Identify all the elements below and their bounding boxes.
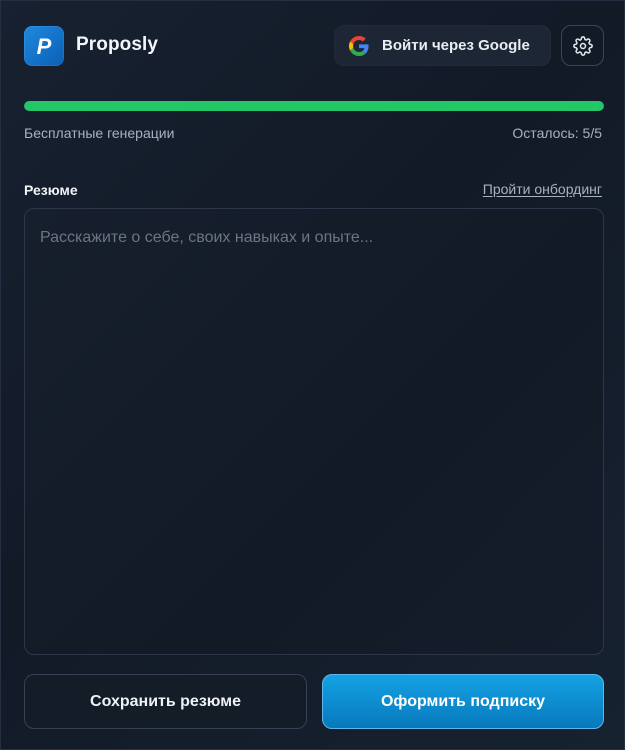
svg-text:P: P <box>37 34 52 59</box>
resume-textarea[interactable] <box>24 208 604 655</box>
extension-panel: P Proposly Войти через Google Бесплатные… <box>0 0 625 750</box>
subscribe-button[interactable]: Оформить подписку <box>322 674 604 729</box>
header: P Proposly Войти через Google <box>24 25 604 66</box>
resume-label: Резюме <box>24 182 78 198</box>
onboarding-link[interactable]: Пройти онбординг <box>483 181 602 197</box>
google-icon <box>349 35 369 56</box>
usage-progress-fill <box>24 101 604 111</box>
app-title: Proposly <box>76 34 159 55</box>
usage-progress-bar <box>24 101 604 111</box>
logo-p-icon: P <box>37 34 52 59</box>
usage-label: Бесплатные генерации <box>24 125 175 141</box>
settings-button[interactable] <box>561 25 604 66</box>
save-resume-button[interactable]: Сохранить резюме <box>24 674 307 729</box>
google-signin-label: Войти через Google <box>382 37 530 54</box>
google-signin-button[interactable]: Войти через Google <box>334 25 551 66</box>
usage-remaining: Осталось: 5/5 <box>512 125 602 141</box>
app-logo: P <box>24 26 64 66</box>
gear-icon <box>572 35 593 56</box>
